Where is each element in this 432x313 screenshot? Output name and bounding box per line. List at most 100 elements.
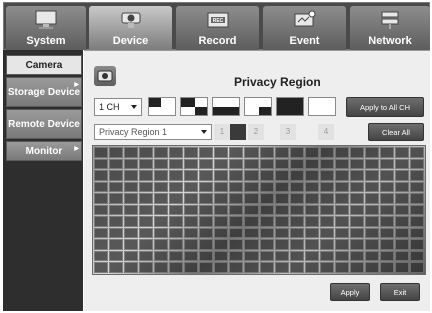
grid-cell[interactable]: [139, 216, 154, 227]
grid-cell[interactable]: [94, 216, 109, 227]
grid-cell[interactable]: [124, 193, 139, 204]
grid-cell[interactable]: [94, 262, 109, 273]
grid-cell[interactable]: [409, 250, 424, 262]
grid-cell[interactable]: [244, 193, 259, 204]
grid-cell[interactable]: [214, 216, 229, 227]
grid-cell[interactable]: [289, 227, 304, 239]
grid-cell[interactable]: [214, 158, 229, 170]
grid-cell[interactable]: [364, 227, 379, 239]
grid-cell[interactable]: [214, 250, 229, 262]
grid-cell[interactable]: [304, 216, 319, 227]
grid-cell[interactable]: [274, 170, 289, 181]
region-selected-marker[interactable]: [230, 124, 246, 140]
grid-cell[interactable]: [319, 181, 334, 193]
grid-cell[interactable]: [154, 193, 169, 204]
grid-cell[interactable]: [274, 216, 289, 227]
grid-cell[interactable]: [394, 250, 409, 262]
grid-cell[interactable]: [319, 170, 334, 181]
grid-cell[interactable]: [199, 216, 214, 227]
grid-cell[interactable]: [409, 181, 424, 193]
grid-cell[interactable]: [274, 250, 289, 262]
grid-cell[interactable]: [154, 181, 169, 193]
grid-cell[interactable]: [334, 158, 349, 170]
grid-cell[interactable]: [199, 227, 214, 239]
grid-cell[interactable]: [214, 204, 229, 216]
grid-cell[interactable]: [199, 239, 214, 250]
grid-cell[interactable]: [94, 250, 109, 262]
grid-cell[interactable]: [349, 170, 364, 181]
grid-cell[interactable]: [199, 158, 214, 170]
grid-cell[interactable]: [304, 227, 319, 239]
grid-cell[interactable]: [169, 239, 184, 250]
grid-cell[interactable]: [169, 204, 184, 216]
grid-cell[interactable]: [409, 170, 424, 181]
grid-cell[interactable]: [319, 250, 334, 262]
grid-cell[interactable]: [139, 204, 154, 216]
grid-cell[interactable]: [274, 227, 289, 239]
grid-cell[interactable]: [304, 147, 319, 158]
pattern-top-left-button[interactable]: [148, 97, 176, 116]
grid-cell[interactable]: [184, 239, 199, 250]
grid-cell[interactable]: [139, 181, 154, 193]
grid-cell[interactable]: [289, 147, 304, 158]
apply-button[interactable]: Apply: [330, 283, 370, 301]
grid-cell[interactable]: [394, 239, 409, 250]
grid-cell[interactable]: [304, 181, 319, 193]
channel-select[interactable]: 1 CH: [94, 98, 142, 116]
grid-cell[interactable]: [364, 181, 379, 193]
grid-cell[interactable]: [334, 170, 349, 181]
grid-cell[interactable]: [94, 158, 109, 170]
grid-cell[interactable]: [229, 158, 244, 170]
apply-to-all-channels-button[interactable]: Apply to All CH: [346, 97, 424, 117]
grid-cell[interactable]: [349, 250, 364, 262]
grid-cell[interactable]: [199, 170, 214, 181]
grid-cell[interactable]: [139, 158, 154, 170]
grid-cell[interactable]: [154, 250, 169, 262]
sidebar-item-camera[interactable]: Camera: [6, 55, 82, 75]
grid-cell[interactable]: [379, 181, 394, 193]
grid-cell[interactable]: [394, 170, 409, 181]
region-number-1[interactable]: 1: [214, 124, 230, 140]
grid-cell[interactable]: [124, 262, 139, 273]
privacy-mask-grid[interactable]: [92, 145, 426, 275]
grid-cell[interactable]: [94, 170, 109, 181]
grid-cell[interactable]: [379, 204, 394, 216]
grid-cell[interactable]: [289, 239, 304, 250]
grid-cell[interactable]: [259, 204, 274, 216]
grid-cell[interactable]: [139, 170, 154, 181]
grid-cell[interactable]: [229, 193, 244, 204]
grid-cell[interactable]: [199, 262, 214, 273]
grid-cell[interactable]: [124, 239, 139, 250]
pattern-top-right-button[interactable]: [180, 97, 208, 116]
grid-cell[interactable]: [124, 250, 139, 262]
grid-cell[interactable]: [289, 204, 304, 216]
grid-cell[interactable]: [154, 204, 169, 216]
grid-cell[interactable]: [109, 193, 124, 204]
tab-event[interactable]: Event: [263, 6, 346, 50]
grid-cell[interactable]: [409, 262, 424, 273]
grid-cell[interactable]: [379, 250, 394, 262]
grid-cell[interactable]: [169, 216, 184, 227]
grid-cell[interactable]: [409, 158, 424, 170]
grid-cell[interactable]: [139, 239, 154, 250]
tab-device[interactable]: Device: [89, 6, 172, 50]
grid-cell[interactable]: [154, 158, 169, 170]
grid-cell[interactable]: [169, 227, 184, 239]
region-number-3[interactable]: 3: [280, 124, 296, 140]
grid-cell[interactable]: [304, 262, 319, 273]
grid-cell[interactable]: [259, 193, 274, 204]
tab-record[interactable]: REC Record: [176, 6, 259, 50]
grid-cell[interactable]: [229, 262, 244, 273]
grid-cell[interactable]: [244, 250, 259, 262]
grid-cell[interactable]: [334, 239, 349, 250]
grid-cell[interactable]: [334, 250, 349, 262]
grid-cell[interactable]: [184, 158, 199, 170]
grid-cell[interactable]: [214, 227, 229, 239]
grid-cell[interactable]: [169, 170, 184, 181]
grid-cell[interactable]: [184, 216, 199, 227]
grid-cell[interactable]: [334, 147, 349, 158]
grid-cell[interactable]: [199, 204, 214, 216]
grid-cell[interactable]: [259, 250, 274, 262]
pattern-bottom-right-button[interactable]: [244, 97, 272, 116]
grid-cell[interactable]: [274, 262, 289, 273]
